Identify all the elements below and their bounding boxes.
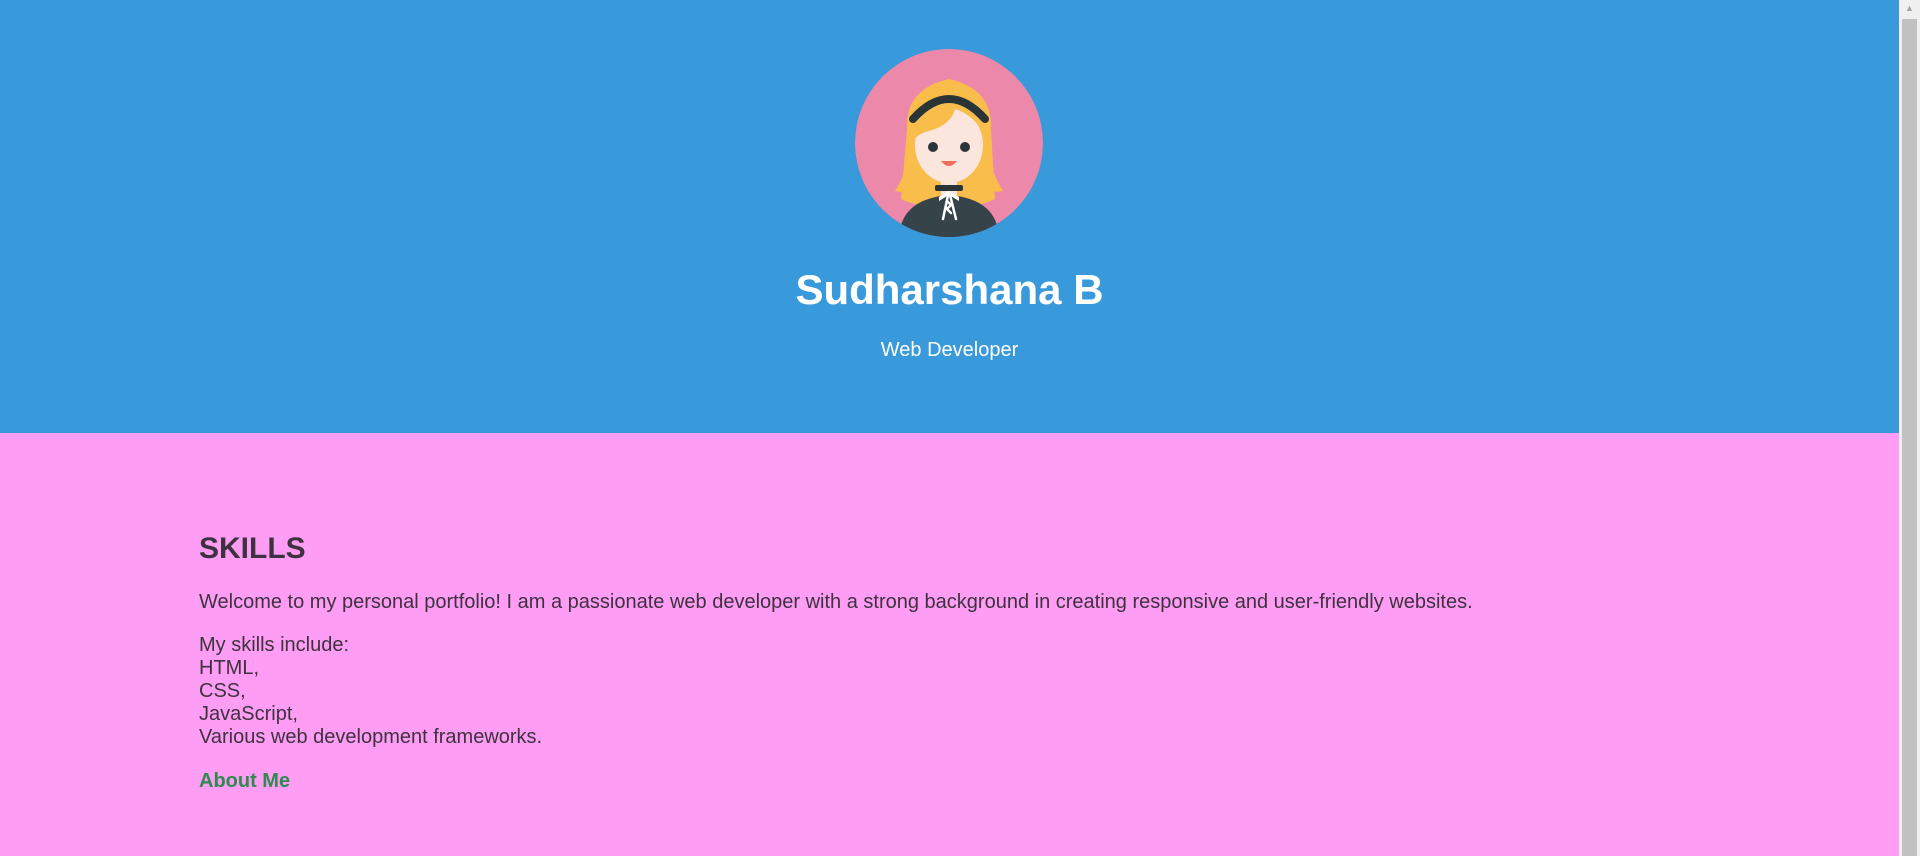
intro-text: Welcome to my personal portfolio! I am a… xyxy=(199,591,1473,613)
portfolio-page: Sudharshana B Web Developer SKILLS Welco… xyxy=(0,0,1920,856)
skills-lead: My skills include: xyxy=(199,634,350,656)
skill-item: CSS, xyxy=(199,680,246,702)
about-me-link[interactable]: About Me xyxy=(199,769,290,793)
avatar xyxy=(855,49,1043,237)
skills-list: My skills include: HTML, CSS, JavaScript… xyxy=(199,634,1699,749)
skill-item: HTML, xyxy=(199,657,259,679)
skill-item: JavaScript, xyxy=(199,703,298,725)
profile-role: Web Developer xyxy=(880,339,1019,361)
skills-section: SKILLS Welcome to my personal portfolio!… xyxy=(199,528,1699,793)
scroll-up-arrow-icon[interactable]: ▲ xyxy=(1899,0,1920,17)
scrollbar-thumb[interactable] xyxy=(1902,19,1917,856)
profile-header: Sudharshana B Web Developer xyxy=(0,0,1899,433)
girl-avatar-icon xyxy=(855,49,1043,237)
skills-heading: SKILLS xyxy=(199,532,306,565)
skill-item: Various web development frameworks. xyxy=(199,726,543,748)
vertical-scrollbar[interactable]: ▲ xyxy=(1899,0,1920,856)
profile-name: Sudharshana B xyxy=(795,266,1104,313)
